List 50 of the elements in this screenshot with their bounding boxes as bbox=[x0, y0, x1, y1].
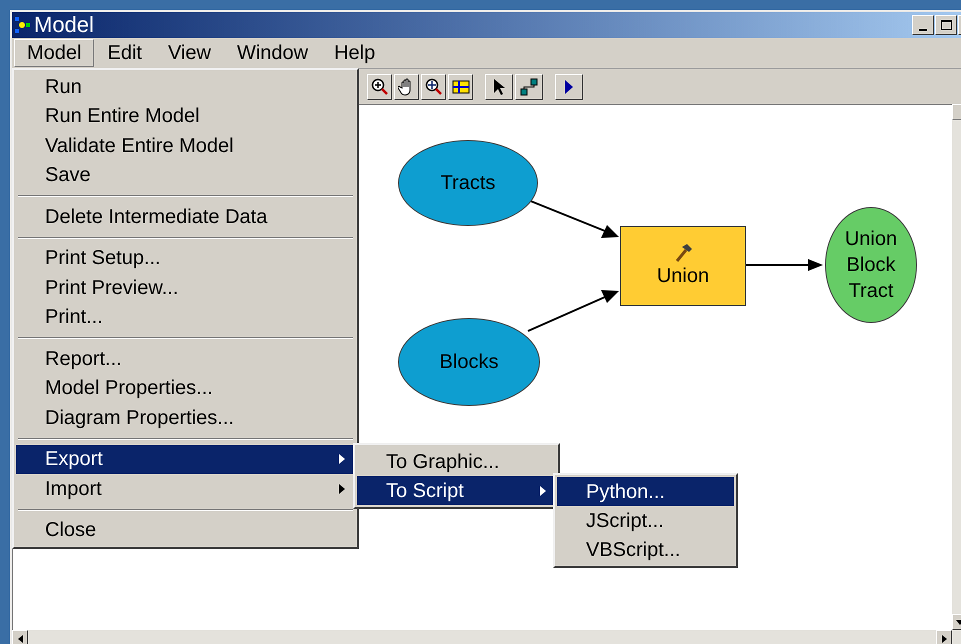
pointer-icon bbox=[492, 78, 506, 96]
menu-item[interactable]: To Graphic... bbox=[357, 447, 556, 476]
menu-item[interactable]: Delete Intermediate Data bbox=[16, 202, 355, 232]
minimize-button[interactable] bbox=[912, 15, 934, 35]
full-extent-icon bbox=[424, 78, 442, 96]
menu-bar-item[interactable]: Edit bbox=[94, 39, 155, 67]
menu-item[interactable]: Diagram Properties... bbox=[16, 403, 355, 432]
grid-button[interactable] bbox=[448, 74, 473, 100]
menu-item[interactable]: Save bbox=[16, 160, 355, 190]
node-label: Union bbox=[656, 264, 710, 289]
menu-item[interactable]: Validate Entire Model bbox=[16, 131, 355, 160]
menu-item[interactable]: Export bbox=[16, 444, 355, 474]
menu-item[interactable]: Close bbox=[16, 516, 355, 545]
grid-icon bbox=[452, 80, 470, 94]
connect-button[interactable] bbox=[515, 74, 543, 100]
menu-item[interactable]: To Script bbox=[357, 476, 556, 505]
full-extent-button[interactable] bbox=[421, 74, 446, 100]
zoom-in-icon bbox=[370, 78, 388, 96]
scroll-right-button[interactable] bbox=[936, 630, 952, 644]
menu-item[interactable]: Import bbox=[16, 474, 355, 504]
node-label: Tracts bbox=[440, 171, 496, 196]
horizontal-scrollbar[interactable] bbox=[12, 630, 961, 644]
scroll-left-button[interactable] bbox=[12, 630, 28, 644]
node-label: Union Block Tract bbox=[844, 227, 898, 304]
menu-item[interactable]: Model Properties... bbox=[16, 374, 355, 403]
zoom-in-button[interactable] bbox=[367, 74, 392, 100]
window-title: Model bbox=[34, 14, 94, 36]
left-arrow-icon bbox=[18, 635, 22, 643]
menu-bar-item[interactable]: View bbox=[154, 39, 224, 67]
menu-item[interactable]: VBScript... bbox=[557, 535, 734, 564]
menu-item[interactable]: Print Setup... bbox=[16, 244, 355, 273]
menu-bar-item[interactable]: Model bbox=[14, 39, 94, 67]
menu-item[interactable]: Print... bbox=[16, 302, 355, 332]
menu-bar-item[interactable]: Window bbox=[224, 39, 322, 67]
menu-item[interactable]: Python... bbox=[557, 477, 734, 506]
menu-item[interactable]: Run bbox=[16, 72, 355, 102]
right-arrow-icon bbox=[942, 635, 946, 643]
connect-icon bbox=[520, 78, 538, 96]
maximize-button[interactable] bbox=[935, 15, 957, 35]
menu-item[interactable]: Run Entire Model bbox=[16, 102, 355, 131]
menu-item[interactable]: Print Preview... bbox=[16, 273, 355, 302]
play-icon bbox=[564, 78, 574, 94]
menu-item[interactable]: Report... bbox=[16, 344, 355, 374]
menu-bar-item[interactable]: Help bbox=[321, 39, 388, 67]
menu-item[interactable]: JScript... bbox=[557, 506, 734, 535]
pan-button[interactable] bbox=[394, 74, 419, 100]
run-button[interactable] bbox=[555, 74, 583, 100]
select-button[interactable] bbox=[485, 74, 513, 100]
node-label: Blocks bbox=[440, 350, 498, 375]
model-icon bbox=[14, 16, 32, 34]
